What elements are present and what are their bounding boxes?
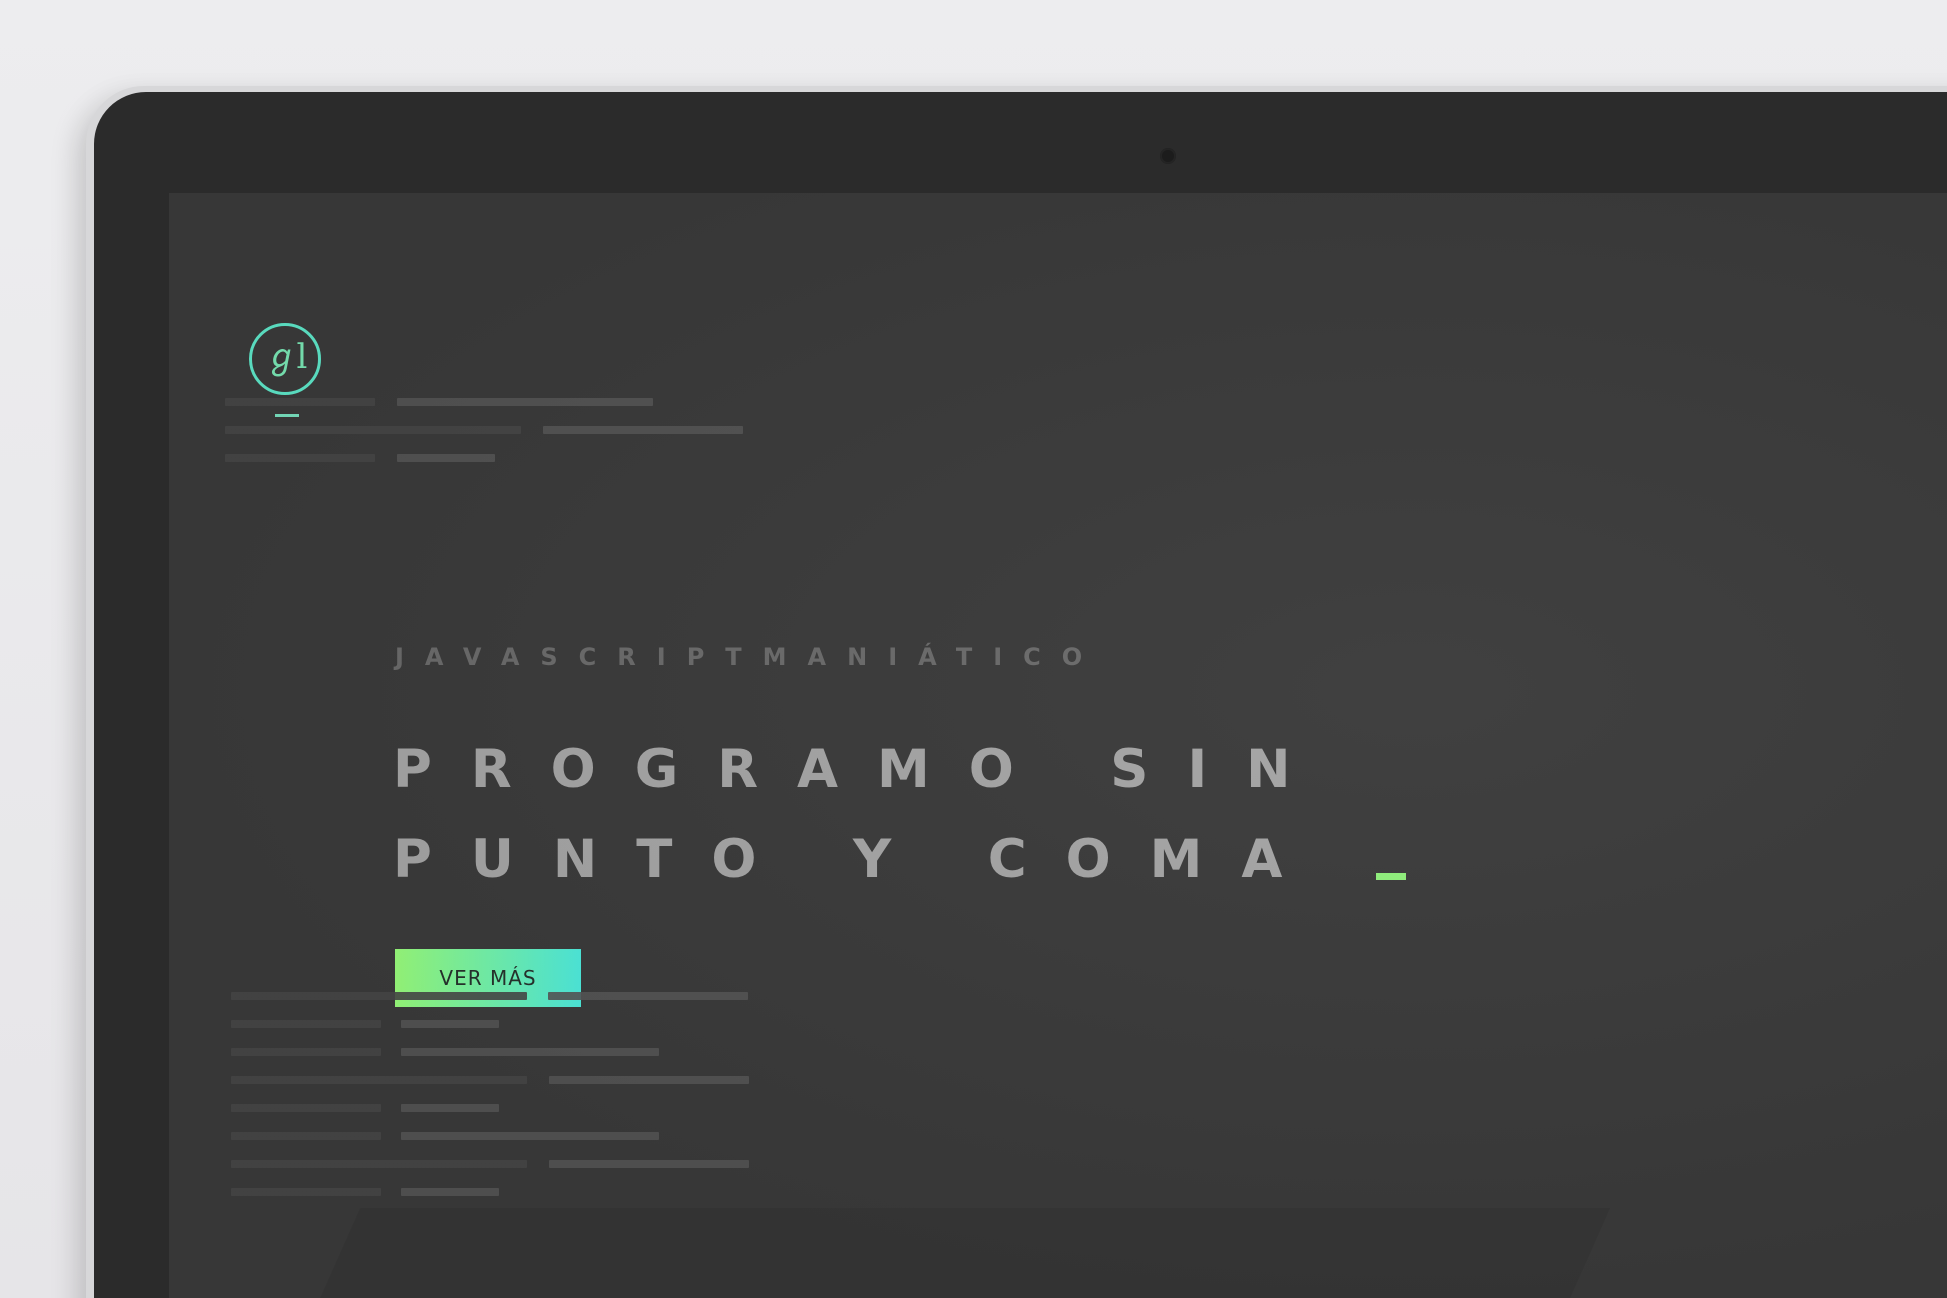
site-kicker: JAVASCRIPTMANIÁTICO [395, 643, 1104, 671]
website-screen: ℊl JAVASCRIPTMANIÁTICO PROGRAMO SIN PUNT… [169, 193, 1947, 1298]
code-line-decoration [225, 454, 375, 462]
code-line-decoration [549, 1160, 749, 1168]
hero-headline-line-1: PROGRAMO SIN [393, 739, 1330, 800]
jm-monogram-icon: ℊl [264, 337, 308, 377]
camera-icon [1160, 148, 1176, 164]
screen-reflection [297, 1208, 1611, 1298]
hero-headline-line-2: PUNTO Y COMA [393, 829, 1322, 890]
code-line-decoration [225, 398, 375, 406]
code-line-decoration [397, 398, 653, 406]
code-line-decoration [231, 1048, 381, 1056]
code-line-decoration [401, 1132, 659, 1140]
code-line-decoration [231, 1160, 527, 1168]
code-line-decoration [401, 1104, 499, 1112]
code-line-decoration [231, 1076, 527, 1084]
code-line-decoration [549, 1076, 749, 1084]
code-line-decoration [397, 454, 495, 462]
code-line-decoration [231, 1104, 381, 1112]
code-line-decoration [401, 1048, 659, 1056]
code-line-decoration [225, 426, 521, 434]
brand-logo[interactable]: ℊl [249, 323, 321, 395]
code-line-decoration [231, 992, 527, 1000]
code-line-decoration [231, 1132, 381, 1140]
logo-underline [275, 414, 299, 417]
code-line-decoration [401, 1188, 499, 1196]
code-line-decoration [231, 1188, 381, 1196]
laptop-mockup-scene: ℊl JAVASCRIPTMANIÁTICO PROGRAMO SIN PUNT… [0, 0, 1947, 1298]
typing-cursor [1376, 873, 1406, 880]
code-line-decoration [548, 992, 748, 1000]
code-line-decoration [401, 1020, 499, 1028]
code-line-decoration [231, 1020, 381, 1028]
hero-headline: PROGRAMO SIN PUNTO Y COMA [393, 725, 1330, 905]
code-line-decoration [543, 426, 743, 434]
